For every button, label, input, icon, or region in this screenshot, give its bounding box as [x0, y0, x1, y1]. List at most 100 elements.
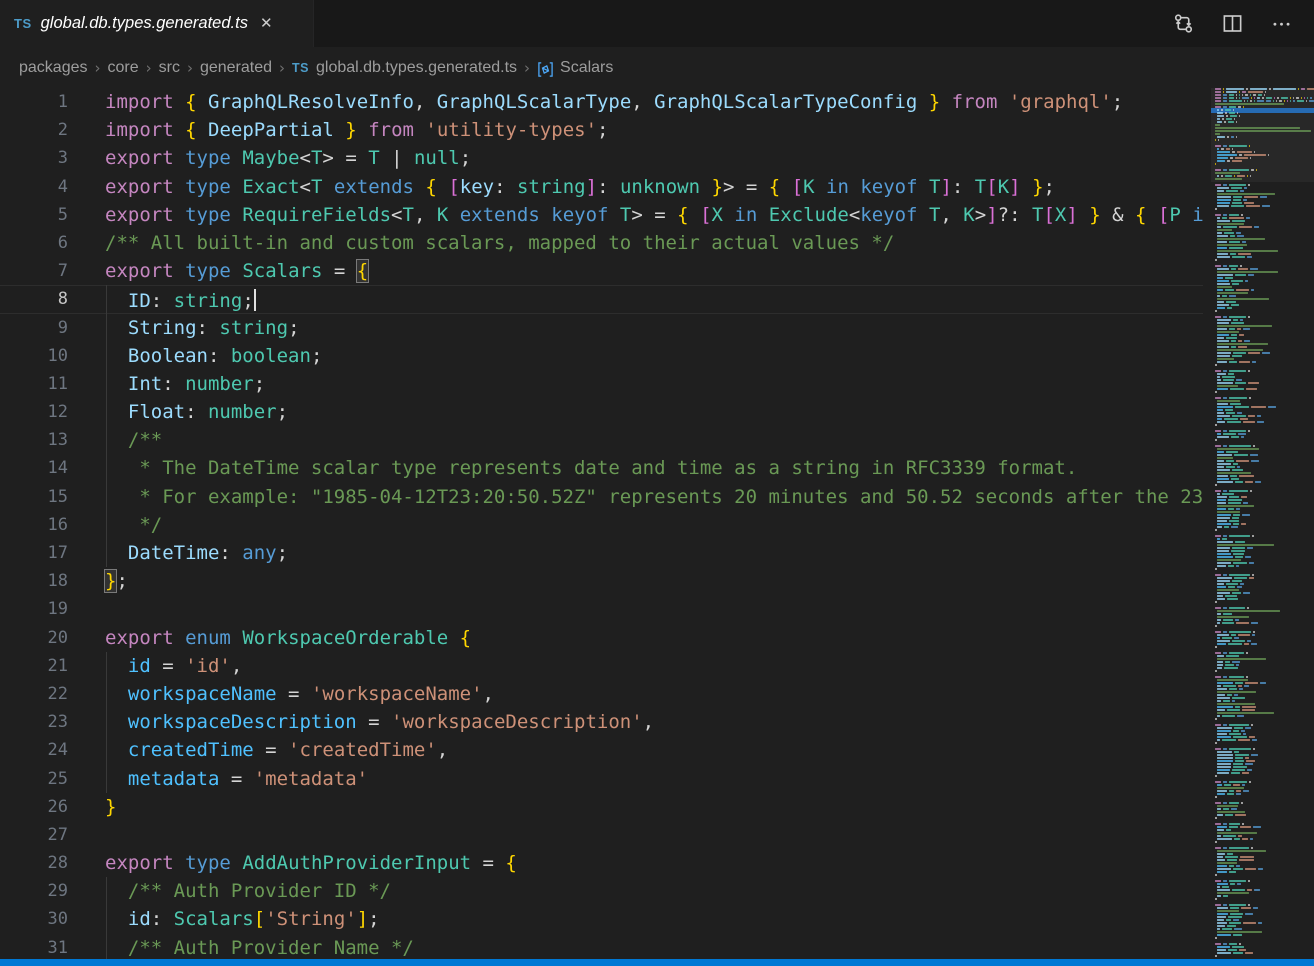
- code-line[interactable]: 9 String: string;: [0, 314, 1203, 342]
- code-line[interactable]: 15 * For example: "1985-04-12T23:20:50.5…: [0, 483, 1203, 511]
- breadcrumb-generated[interactable]: generated: [200, 59, 272, 77]
- code-token: [105, 401, 128, 423]
- line-number[interactable]: 15: [0, 483, 68, 511]
- line-number[interactable]: 5: [0, 201, 68, 229]
- line-number[interactable]: 26: [0, 793, 68, 821]
- line-number[interactable]: 28: [0, 849, 68, 877]
- code-line[interactable]: 16 */: [0, 511, 1203, 539]
- close-icon[interactable]: ✕: [260, 16, 273, 31]
- minimap-line: [1217, 472, 1253, 474]
- code-line[interactable]: 27: [0, 821, 1203, 849]
- minimap[interactable]: [1211, 88, 1314, 960]
- code-line[interactable]: 18};: [0, 567, 1203, 595]
- code-line[interactable]: 1import { GraphQLResolveInfo, GraphQLSca…: [0, 88, 1203, 116]
- code-line[interactable]: 13 /**: [0, 426, 1203, 454]
- minimap-line: [1217, 892, 1251, 894]
- code-line[interactable]: 25 metadata = 'metadata': [0, 765, 1203, 793]
- line-number[interactable]: 14: [0, 454, 68, 482]
- minimap-line: [1217, 763, 1255, 765]
- code-token: [174, 119, 185, 141]
- code-line[interactable]: 24 createdTime = 'createdTime',: [0, 736, 1203, 764]
- minimap-line: [1217, 559, 1243, 561]
- line-number[interactable]: 20: [0, 624, 68, 652]
- line-number[interactable]: 21: [0, 652, 68, 680]
- code-token: boolean: [231, 345, 311, 367]
- minimap-line: [1217, 715, 1246, 717]
- code-token: X: [1055, 204, 1066, 226]
- line-number[interactable]: 9: [0, 314, 68, 342]
- code-line[interactable]: 7export type Scalars = {: [0, 257, 1203, 285]
- line-number[interactable]: 31: [0, 934, 68, 960]
- breadcrumb-packages[interactable]: packages: [19, 59, 88, 77]
- more-actions-icon[interactable]: [1270, 13, 1292, 35]
- minimap-line: [1217, 415, 1263, 417]
- line-number[interactable]: 1: [0, 88, 68, 116]
- minimap-line: [1217, 238, 1267, 240]
- code-line[interactable]: 3export type Maybe<T> = T | null;: [0, 144, 1203, 172]
- code-token: export: [105, 852, 174, 874]
- code-line[interactable]: 22 workspaceName = 'workspaceName',: [0, 680, 1203, 708]
- code-line[interactable]: 8 ID: string;: [0, 285, 1203, 313]
- minimap-line: [1217, 934, 1244, 936]
- status-bar[interactable]: [0, 959, 1314, 966]
- line-number[interactable]: 29: [0, 877, 68, 905]
- code-line[interactable]: 17 DateTime: any;: [0, 539, 1203, 567]
- line-number[interactable]: 10: [0, 342, 68, 370]
- code-line[interactable]: 31 /** Auth Provider Name */: [0, 934, 1203, 960]
- line-number[interactable]: 3: [0, 144, 68, 172]
- code-line[interactable]: 11 Int: number;: [0, 370, 1203, 398]
- code-token: ;: [460, 147, 471, 169]
- code-editor[interactable]: 1import { GraphQLResolveInfo, GraphQLSca…: [0, 88, 1203, 960]
- code-line[interactable]: 4export type Exact<T extends { [key: str…: [0, 173, 1203, 201]
- code-line[interactable]: 21 id = 'id',: [0, 652, 1203, 680]
- code-line[interactable]: 23 workspaceDescription = 'workspaceDesc…: [0, 708, 1203, 736]
- minimap-line: [1217, 685, 1251, 687]
- code-line[interactable]: 10 Boolean: boolean;: [0, 342, 1203, 370]
- minimap-line: [1217, 358, 1236, 360]
- code-line[interactable]: 19: [0, 595, 1203, 623]
- line-number[interactable]: 4: [0, 173, 68, 201]
- code-line[interactable]: 12 Float: number;: [0, 398, 1203, 426]
- code-line-content: }: [105, 793, 116, 821]
- minimap-line: [1217, 832, 1259, 834]
- code-line[interactable]: 2 import { DeepPartial } from 'utility-ty…: [0, 116, 1203, 144]
- code-line[interactable]: 30 id: Scalars['String'];: [0, 905, 1203, 933]
- code-token: [918, 176, 929, 198]
- line-number[interactable]: 18: [0, 567, 68, 595]
- code-line[interactable]: 20export enum WorkspaceOrderable {: [0, 624, 1203, 652]
- line-number[interactable]: 25: [0, 765, 68, 793]
- line-number[interactable]: 13: [0, 426, 68, 454]
- breadcrumb-filename[interactable]: global.db.types.generated.ts: [316, 59, 517, 77]
- code-token: [357, 119, 368, 141]
- code-line-content: import { DeepPartial } from 'utility-typ…: [105, 116, 608, 144]
- line-number[interactable]: 8: [0, 285, 68, 313]
- line-number[interactable]: 16: [0, 511, 68, 539]
- line-number[interactable]: 17: [0, 539, 68, 567]
- breadcrumb-core[interactable]: core: [108, 59, 139, 77]
- breadcrumb-symbol-scalars[interactable]: Scalars: [560, 59, 613, 77]
- split-editor-icon[interactable]: [1221, 13, 1243, 35]
- line-number[interactable]: 12: [0, 398, 68, 426]
- line-number[interactable]: 24: [0, 736, 68, 764]
- minimap-line: [1217, 376, 1237, 378]
- code-line[interactable]: 5export type RequireFields<T, K extends …: [0, 201, 1203, 229]
- line-number[interactable]: 22: [0, 680, 68, 708]
- minimap-line: [1217, 946, 1246, 948]
- line-number[interactable]: 30: [0, 905, 68, 933]
- breadcrumb-src[interactable]: src: [159, 59, 180, 77]
- line-number[interactable]: 6: [0, 229, 68, 257]
- code-line[interactable]: 29 /** Auth Provider ID */: [0, 877, 1203, 905]
- line-number[interactable]: 11: [0, 370, 68, 398]
- line-number[interactable]: 27: [0, 821, 68, 849]
- line-number[interactable]: 2: [0, 116, 68, 144]
- line-number[interactable]: 23: [0, 708, 68, 736]
- compare-changes-icon[interactable]: [1172, 13, 1194, 35]
- code-line[interactable]: 14 * The DateTime scalar type represents…: [0, 454, 1203, 482]
- line-number[interactable]: 7: [0, 257, 68, 285]
- line-number[interactable]: 19: [0, 595, 68, 623]
- code-token: [608, 204, 619, 226]
- code-line[interactable]: 26}: [0, 793, 1203, 821]
- code-line[interactable]: 6/** All built-in and custom scalars, ma…: [0, 229, 1203, 257]
- tab-global-db-types[interactable]: TS global.db.types.generated.ts ✕: [0, 0, 314, 47]
- code-line[interactable]: 28export type AddAuthProviderInput = {: [0, 849, 1203, 877]
